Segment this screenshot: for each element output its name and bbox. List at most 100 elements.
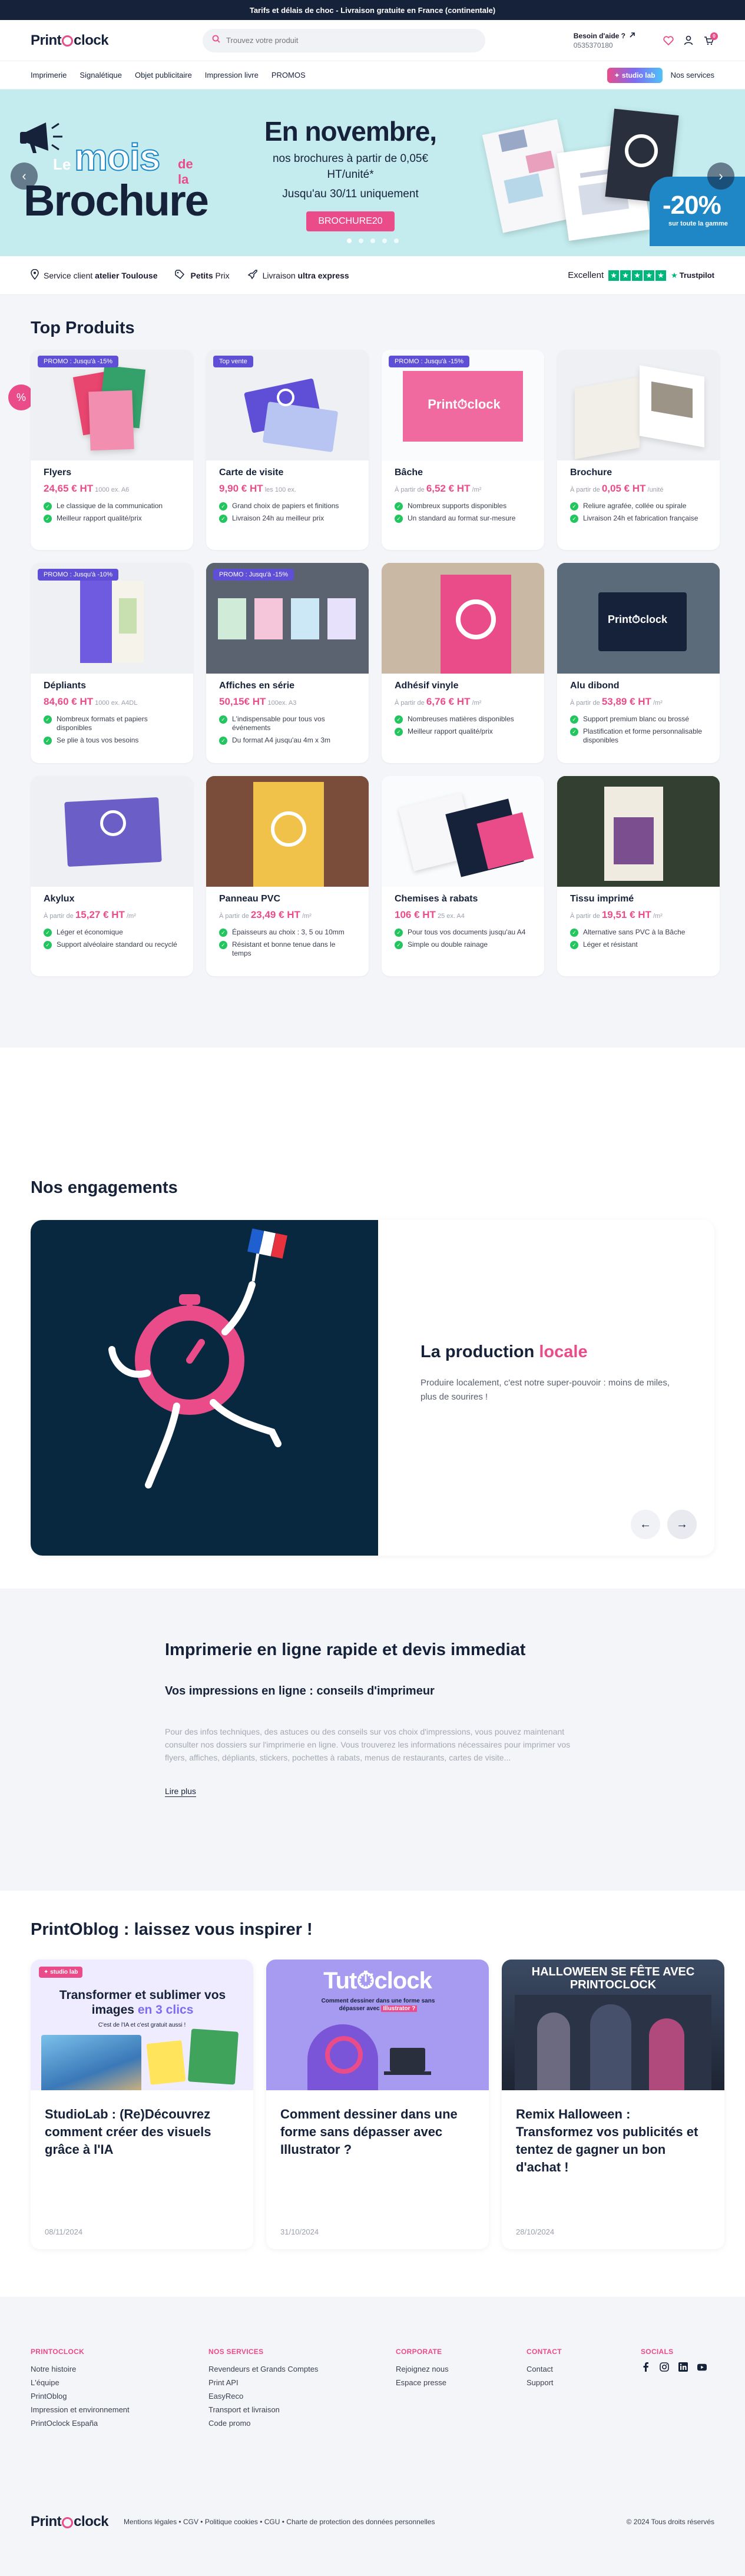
check-icon: ✓ (570, 502, 578, 510)
footer-link[interactable]: Notre histoire (31, 2362, 208, 2376)
product-name[interactable]: Bâche (395, 468, 531, 478)
blog-image-sub-accent: Illustrator ? (381, 2005, 418, 2012)
product-name[interactable]: Carte de visite (219, 468, 356, 478)
chrono-logo-icon (62, 35, 74, 47)
legal-links[interactable]: Mentions légales • CGV • Politique cooki… (124, 2518, 435, 2526)
product-card[interactable]: Print⏱clock Alu dibond À partir de 53,89… (557, 563, 720, 763)
arrow-left-icon[interactable]: ← (631, 1510, 660, 1539)
product-name[interactable]: Chemises à rabats (395, 894, 531, 904)
facebook-icon[interactable] (641, 2362, 650, 2372)
feature-item: ✓ Simple ou double rainage (395, 940, 531, 949)
footer-link[interactable]: Espace presse (396, 2376, 527, 2389)
blog-post-title[interactable]: Comment dessiner dans une forme sans dép… (266, 2090, 489, 2159)
footer-col-title: SOCIALS (641, 2348, 674, 2356)
promo-code-badge[interactable]: BROCHURE20 (306, 211, 395, 231)
footer-logo[interactable]: Print clock (31, 2514, 109, 2530)
product-card[interactable]: PROMO : Jusqu'à -15% Print⏱clock Bâche À … (382, 350, 544, 550)
search-bar[interactable] (203, 28, 486, 52)
help-contact[interactable]: Besoin d'aide ? 0535370180 (574, 31, 635, 50)
product-name[interactable]: Flyers (44, 468, 180, 478)
read-more-link[interactable]: Lire plus (165, 1786, 196, 1797)
blog-post-title[interactable]: Remix Halloween : Transformez vos public… (502, 2090, 724, 2176)
blog-post-title[interactable]: StudioLab : (Re)Découvrez comment créer … (31, 2090, 253, 2159)
product-name[interactable]: Alu dibond (570, 681, 707, 691)
site-logo[interactable]: Print clock (31, 32, 109, 49)
product-name[interactable]: Adhésif vinyle (395, 681, 531, 691)
product-features: ✓ Reliure agrafée, collée ou spirale ✓ Livr… (570, 502, 707, 523)
product-name[interactable]: Affiches en série (219, 681, 356, 691)
footer-link[interactable]: Print API (208, 2376, 396, 2389)
check-icon: ✓ (570, 715, 578, 724)
product-name[interactable]: Brochure (570, 468, 707, 478)
product-card[interactable]: PROMO : Jusqu'à -15% Affiches en série 5… (206, 563, 369, 763)
product-card[interactable]: Top vente Carte de visite 9,90 € HT les … (206, 350, 369, 550)
carousel-prev-button[interactable]: ‹ (11, 163, 38, 190)
arrow-up-right-icon (629, 31, 635, 41)
product-grid: PROMO : Jusqu'à -15% Flyers 24,65 € HT 1… (31, 350, 720, 976)
user-icon[interactable] (683, 35, 694, 47)
youtube-icon[interactable] (697, 2362, 707, 2372)
nav-item-promos[interactable]: PROMOS (271, 71, 306, 79)
carousel-dot[interactable] (346, 238, 352, 243)
price-from: À partir de (570, 486, 602, 493)
nav-item-objet-publicitaire[interactable]: Objet publicitaire (135, 71, 192, 79)
footer-link[interactable]: PrintOblog (31, 2389, 208, 2403)
linkedin-icon[interactable] (678, 2362, 688, 2372)
carousel-dot[interactable] (382, 238, 387, 243)
product-image (557, 350, 720, 460)
footer-link[interactable]: EasyReco (208, 2389, 396, 2403)
nav-item-services[interactable]: Nos services (671, 71, 714, 79)
product-card[interactable]: Brochure À partir de 0,05 € HT /unité ✓ R… (557, 350, 720, 550)
star-icon: ★ (644, 270, 655, 281)
announcement-bar: Tarifs et délais de choc - Livraison gra… (0, 0, 745, 20)
nav-item-impression-livre[interactable]: Impression livre (205, 71, 259, 79)
blog-card[interactable]: Tut⏱clock Comment dessiner dans une form… (266, 1960, 489, 2249)
carousel-dot[interactable] (358, 238, 363, 243)
blog-grid: ✦ studio lab Transformer et sublimer vos… (31, 1960, 724, 2249)
footer-link[interactable]: Contact (527, 2362, 641, 2376)
nav-item-signaletique[interactable]: Signalétique (80, 71, 122, 79)
blog-card[interactable]: ✦ studio lab Transformer et sublimer vos… (31, 1960, 253, 2249)
footer-link[interactable]: Rejoignez nous (396, 2362, 527, 2376)
nav-item-imprimerie[interactable]: Imprimerie (31, 71, 67, 79)
heart-icon[interactable] (663, 35, 674, 47)
instagram-icon[interactable] (660, 2362, 669, 2372)
footer-link[interactable]: Code promo (208, 2416, 396, 2430)
search-icon (212, 35, 220, 46)
product-name[interactable]: Tissu imprimé (570, 894, 707, 904)
promo-tag: PROMO : Jusqu'à -15% (213, 569, 294, 581)
product-card[interactable]: Adhésif vinyle À partir de 6,76 € HT /m²… (382, 563, 544, 763)
check-icon: ✓ (44, 929, 52, 937)
carousel-dot[interactable] (393, 238, 399, 243)
cart-icon[interactable]: 0 (703, 32, 718, 47)
product-card[interactable]: PROMO : Jusqu'à -15% Flyers 24,65 € HT 1… (31, 350, 193, 550)
product-card[interactable]: Panneau PVC À partir de 23,49 € HT /m² ✓… (206, 776, 369, 976)
product-name[interactable]: Akylux (44, 894, 180, 904)
product-qty: /m² (472, 486, 482, 493)
footer-link[interactable]: L'équipe (31, 2376, 208, 2389)
product-qty: /m² (302, 913, 312, 920)
product-features: ✓ L'indispensable pour tous vos événement… (219, 715, 356, 745)
feature-item: ✓ Résistant et bonne tenue dans le temps (219, 940, 356, 958)
footer-link[interactable]: Impression et environnement (31, 2403, 208, 2416)
blog-image-sub: C'est de l'IA et c'est gratuit aussi ! (98, 2022, 186, 2028)
feature-text: Grand choix de papiers et finitions (232, 502, 339, 510)
trustpilot-widget[interactable]: Excellent ★ ★ ★ ★ ★ ★ Trustpilot (568, 270, 714, 281)
product-name[interactable]: Dépliants (44, 681, 180, 691)
product-card[interactable]: Tissu imprimé À partir de 19,51 € HT /m²… (557, 776, 720, 976)
product-card[interactable]: Akylux À partir de 15,27 € HT /m² ✓ Léger… (31, 776, 193, 976)
footer-link[interactable]: Revendeurs et Grands Comptes (208, 2362, 396, 2376)
carousel-next-button[interactable]: › (707, 163, 734, 190)
footer-link[interactable]: PrintOclock España (31, 2416, 208, 2430)
product-name[interactable]: Panneau PVC (219, 894, 356, 904)
studio-lab-button[interactable]: ✦ studio lab (607, 67, 663, 83)
blog-card[interactable]: HALLOWEEN SE FÊTE AVEC PRINTOCLOCK Remix… (502, 1960, 724, 2249)
footer-link[interactable]: Transport et livraison (208, 2403, 396, 2416)
carousel-dot[interactable] (370, 238, 375, 243)
product-card[interactable]: Chemises à rabats 106 € HT 25 ex. A4 ✓ Po… (382, 776, 544, 976)
footer-link[interactable]: Support (527, 2376, 641, 2389)
arrow-right-icon[interactable]: → (667, 1510, 697, 1539)
search-input[interactable] (226, 36, 476, 45)
product-card[interactable]: PROMO : Jusqu'à -10% Dépliants 84,60 € H… (31, 563, 193, 763)
trustpilot-brand: Trustpilot (679, 271, 714, 280)
